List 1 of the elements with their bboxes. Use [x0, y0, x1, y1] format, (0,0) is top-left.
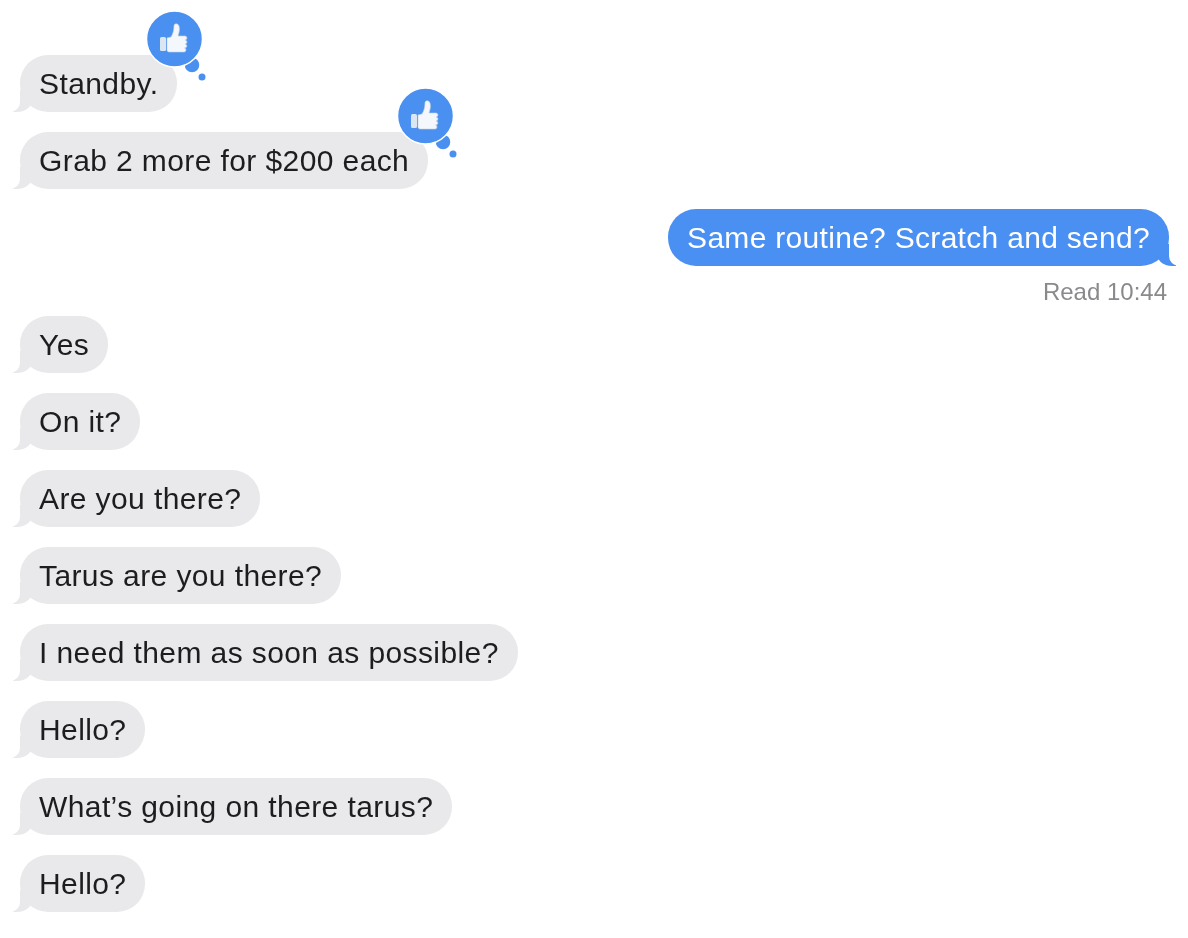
read-receipt: Read 10:44 — [1042, 279, 1167, 305]
